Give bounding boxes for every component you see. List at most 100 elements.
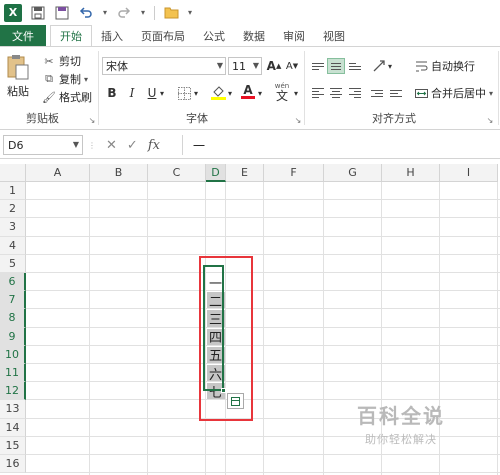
- save-as-icon[interactable]: [54, 5, 70, 21]
- bold-button[interactable]: B: [104, 85, 120, 101]
- drag-handle-icon[interactable]: ⋮: [88, 141, 96, 150]
- column-header-h[interactable]: H: [382, 164, 440, 182]
- tab-review[interactable]: 审阅: [274, 25, 314, 46]
- font-color-dropdown-icon[interactable]: ▾: [256, 85, 264, 101]
- cut-button[interactable]: ✂ 剪切: [42, 53, 81, 69]
- align-left-button[interactable]: [309, 85, 327, 101]
- alignment-launcher-icon[interactable]: ↘: [482, 112, 498, 128]
- insert-function-icon[interactable]: fx: [148, 138, 160, 153]
- gridline-horizontal: [26, 363, 500, 364]
- column-header-b[interactable]: B: [90, 164, 148, 182]
- phonetic-guide-button[interactable]: wén 文: [272, 81, 292, 103]
- row-header-7[interactable]: 7: [0, 291, 26, 310]
- gridline-horizontal: [26, 272, 500, 273]
- row-header-10[interactable]: 10: [0, 345, 26, 364]
- row-header-12[interactable]: 12: [0, 382, 26, 401]
- customize-toolbar-icon[interactable]: ▾: [187, 5, 193, 21]
- tab-data[interactable]: 数据: [234, 25, 274, 46]
- alignment-group-label: 对齐方式: [372, 112, 416, 125]
- column-header-e[interactable]: E: [226, 164, 264, 182]
- merge-center-button[interactable]: 合并后居中 ▾: [414, 85, 493, 101]
- column-header-i[interactable]: I: [440, 164, 498, 182]
- italic-button[interactable]: I: [124, 85, 140, 101]
- paste-button[interactable]: 粘贴: [6, 53, 30, 99]
- row-header-4[interactable]: 4: [0, 236, 26, 255]
- formula-input[interactable]: 一: [182, 135, 500, 155]
- row-header-13[interactable]: 13: [0, 400, 26, 419]
- underline-dropdown-icon[interactable]: ▾: [158, 85, 166, 101]
- align-center-button[interactable]: [327, 85, 345, 101]
- open-folder-icon[interactable]: [163, 5, 179, 21]
- fill-color-button[interactable]: [210, 84, 226, 100]
- tab-file[interactable]: 文件: [0, 25, 46, 46]
- row-header-16[interactable]: 16: [0, 455, 26, 474]
- row-header-15[interactable]: 15: [0, 436, 26, 455]
- column-header-f[interactable]: F: [264, 164, 324, 182]
- shrink-font-button[interactable]: A ▼: [284, 58, 300, 74]
- gridline-horizontal: [26, 326, 500, 328]
- column-header-c[interactable]: C: [148, 164, 206, 182]
- format-painter-button[interactable]: 🖌 格式刷: [42, 89, 92, 105]
- phonetic-dropdown-icon[interactable]: ▾: [292, 85, 300, 101]
- orientation-button[interactable]: [371, 58, 387, 74]
- row-header-1[interactable]: 1: [0, 182, 26, 201]
- auto-fill-options-button[interactable]: [227, 393, 244, 409]
- copy-dropdown-icon[interactable]: ▾: [84, 75, 88, 84]
- row-header-8[interactable]: 8: [0, 309, 26, 328]
- row-header-2[interactable]: 2: [0, 200, 26, 219]
- gridline-horizontal: [26, 454, 500, 455]
- font-name-dropdown[interactable]: 宋体 ▼: [102, 57, 226, 75]
- undo-icon[interactable]: [78, 5, 94, 21]
- paste-label: 粘贴: [7, 85, 29, 98]
- align-right-button[interactable]: [346, 85, 364, 101]
- font-group-label: 字体: [186, 112, 208, 125]
- ribbon-divider: [498, 51, 499, 125]
- bottom-align-button[interactable]: [346, 58, 364, 74]
- paste-icon: [7, 55, 29, 80]
- wrap-text-label: 自动换行: [431, 60, 475, 73]
- name-box[interactable]: D6 ▼: [3, 135, 83, 155]
- fill-color-dropdown-icon[interactable]: ▾: [226, 85, 234, 101]
- row-header-3[interactable]: 3: [0, 218, 26, 237]
- select-all-corner[interactable]: [0, 164, 26, 182]
- column-header-d[interactable]: D: [206, 164, 226, 182]
- row-header-6[interactable]: 6: [0, 273, 26, 292]
- redo-icon[interactable]: [116, 5, 132, 21]
- increase-indent-button[interactable]: [387, 85, 405, 101]
- grow-font-button[interactable]: A ▲: [266, 58, 282, 74]
- font-color-button[interactable]: A: [240, 83, 256, 99]
- row-header-9[interactable]: 9: [0, 327, 26, 346]
- excel-app-icon[interactable]: X: [4, 3, 22, 22]
- undo-dropdown-icon[interactable]: ▾: [102, 5, 108, 21]
- tab-formulas[interactable]: 公式: [194, 25, 234, 46]
- font-size-dropdown[interactable]: 11 ▼: [228, 57, 262, 75]
- chevron-down-icon: ▼: [72, 140, 79, 149]
- merge-dropdown-icon[interactable]: ▾: [489, 89, 493, 98]
- tab-insert[interactable]: 插入: [92, 25, 132, 46]
- row-header-14[interactable]: 14: [0, 418, 26, 437]
- cancel-icon[interactable]: ✕: [106, 138, 117, 153]
- top-align-button[interactable]: [309, 58, 327, 74]
- chevron-down-icon: ▼: [252, 61, 259, 70]
- decrease-indent-button[interactable]: [368, 85, 386, 101]
- redo-dropdown-icon[interactable]: ▾: [140, 5, 146, 21]
- borders-dropdown-icon[interactable]: ▾: [192, 85, 200, 101]
- confirm-icon[interactable]: ✓: [127, 138, 138, 153]
- grow-font-label: A: [266, 59, 276, 73]
- scissors-icon: ✂: [44, 54, 54, 68]
- tab-home[interactable]: 开始: [50, 25, 92, 46]
- wrap-text-button[interactable]: 自动换行: [414, 58, 475, 74]
- orientation-dropdown-icon[interactable]: ▾: [386, 58, 394, 74]
- row-header-5[interactable]: 5: [0, 254, 26, 273]
- column-header-a[interactable]: A: [26, 164, 90, 182]
- copy-button[interactable]: ⧉ 复制 ▾: [42, 71, 88, 87]
- ribbon-home: 粘贴 ✂ 剪切 ⧉ 复制 ▾ 🖌 格式刷 剪贴板 ↘ 宋体 ▼ 11 ▼ A ▲ …: [0, 46, 500, 130]
- column-header-g[interactable]: G: [324, 164, 382, 182]
- tab-page-layout[interactable]: 页面布局: [132, 25, 194, 46]
- save-icon[interactable]: [30, 5, 46, 21]
- middle-align-button[interactable]: [327, 58, 345, 74]
- tab-view[interactable]: 视图: [314, 25, 354, 46]
- row-header-11[interactable]: 11: [0, 364, 26, 383]
- borders-button[interactable]: [176, 85, 192, 101]
- quick-access-toolbar: X ▾ ▾ ▾: [0, 0, 500, 25]
